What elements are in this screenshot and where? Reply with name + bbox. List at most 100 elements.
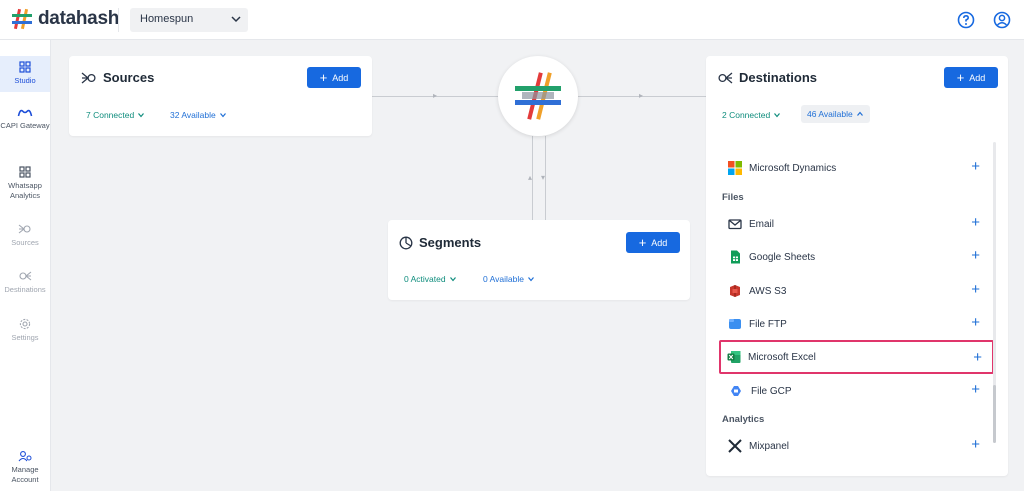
group-label-analytics: Analytics — [722, 414, 765, 425]
sidebar-item-manage-account[interactable]: Manage Account — [0, 450, 50, 485]
plus-icon[interactable]: + — [971, 159, 980, 174]
meta-icon — [17, 109, 33, 117]
sources-add-button[interactable]: + Add — [307, 67, 361, 88]
sidebar-item-whatsapp-analytics[interactable]: Whatsapp Analytics — [0, 166, 50, 201]
arrow-up-icon: ▴ — [528, 173, 533, 182]
sidebar-item-settings[interactable]: Settings — [0, 318, 50, 343]
sidebar-item-capi-gateway[interactable]: CAPI Gateway — [0, 108, 50, 131]
add-label: Add — [969, 72, 986, 83]
chevron-down-icon — [138, 113, 145, 118]
sources-icon — [81, 72, 96, 83]
sidebar-item-label: Manage Account — [11, 465, 39, 484]
aws-s3-icon — [730, 285, 740, 297]
destinations-scrollbar-thumb[interactable] — [993, 385, 996, 443]
destination-label: Google Sheets — [749, 251, 816, 263]
plus-icon[interactable]: + — [971, 437, 980, 452]
plus-icon: + — [319, 70, 328, 85]
microsoft-excel-icon — [727, 351, 741, 363]
arrow-down-icon: ▾ — [541, 173, 546, 182]
sources-header: Sources — [81, 70, 154, 85]
sources-title: Sources — [103, 70, 155, 85]
sidebar-item-label: Destinations — [4, 285, 46, 294]
top-bar: datahash Homespun — [0, 0, 1024, 40]
chevron-down-icon — [774, 113, 781, 118]
plus-icon[interactable]: + — [971, 248, 980, 263]
mixpanel-icon — [728, 439, 742, 453]
plus-icon[interactable]: + — [971, 215, 980, 230]
add-label: Add — [651, 237, 668, 248]
chevron-down-icon — [528, 277, 534, 282]
help-icon[interactable] — [957, 11, 975, 29]
segments-activated-filter[interactable]: 0 Activated — [404, 274, 457, 284]
destination-microsoft-dynamics[interactable]: Microsoft Dynamics + — [722, 154, 988, 182]
arrow-right-icon: ▸ — [639, 91, 644, 100]
segments-connector-right — [545, 136, 546, 220]
topbar-divider — [118, 8, 119, 32]
sources-connected-filter[interactable]: 7 Connected — [86, 110, 145, 120]
file-gcp-icon — [731, 386, 741, 396]
plus-icon: + — [956, 70, 965, 85]
destinations-add-button[interactable]: + Add — [944, 67, 998, 88]
sources-available-filter[interactable]: 32 Available — [170, 110, 227, 120]
segments-header: Segments — [399, 235, 481, 250]
chevron-up-icon — [856, 111, 863, 116]
destination-label: Microsoft Dynamics — [749, 162, 837, 174]
user-account-icon[interactable] — [993, 11, 1011, 29]
google-sheets-icon — [731, 250, 740, 264]
destination-google-sheets[interactable]: Google Sheets + — [722, 243, 988, 271]
sidebar-item-label: CAPI Gateway — [0, 121, 50, 130]
destination-mixpanel[interactable]: Mixpanel + — [722, 432, 988, 460]
chevron-down-icon — [449, 277, 456, 282]
destinations-icon — [19, 271, 32, 281]
activated-count: 0 Activated — [404, 274, 446, 284]
arrow-right-icon: ▸ — [433, 91, 438, 100]
segments-connector-left — [532, 136, 533, 220]
destinations-icon — [718, 72, 733, 83]
sidebar-item-studio[interactable]: Studio — [0, 56, 50, 92]
destinations-available-filter[interactable]: 46 Available — [801, 105, 870, 123]
plus-icon[interactable]: + — [971, 282, 980, 297]
sidebar-item-label: Settings — [11, 333, 39, 342]
analytics-grid-icon — [19, 166, 31, 178]
destination-label: Email — [749, 218, 775, 230]
destination-label: Microsoft Excel — [748, 351, 816, 363]
sidebar-item-destinations[interactable]: Destinations — [0, 270, 50, 295]
group-label-files: Files — [722, 192, 744, 203]
destination-label: AWS S3 — [749, 285, 787, 297]
destination-email[interactable]: Email + — [722, 210, 988, 238]
destinations-title: Destinations — [739, 70, 818, 85]
plus-icon[interactable]: + — [971, 382, 980, 397]
destination-aws-s3[interactable]: AWS S3 + — [722, 277, 988, 305]
add-label: Add — [332, 72, 349, 83]
sidebar-item-label: Whatsapp Analytics — [8, 181, 42, 200]
plus-icon[interactable]: + — [973, 350, 982, 365]
available-count: 46 Available — [807, 109, 853, 119]
segments-add-button[interactable]: + Add — [626, 232, 680, 253]
sidebar-item-sources[interactable]: Sources — [0, 223, 50, 248]
destination-file-gcp[interactable]: File GCP + — [722, 377, 988, 405]
destination-file-ftp[interactable]: File FTP + — [722, 310, 988, 338]
manage-account-icon — [18, 451, 32, 462]
workspace-select[interactable]: Homespun — [130, 8, 248, 32]
brand-name: datahash — [38, 8, 120, 29]
chevron-down-icon — [219, 113, 226, 118]
plus-icon[interactable]: + — [971, 315, 980, 330]
plus-icon: + — [638, 235, 647, 250]
chevron-down-icon — [231, 16, 241, 23]
microsoft-dynamics-icon — [728, 161, 742, 175]
studio-grid-icon — [19, 61, 31, 73]
segments-available-filter[interactable]: 0 Available — [483, 274, 535, 284]
datahash-logo-icon — [12, 8, 32, 30]
destinations-header: Destinations — [717, 70, 817, 85]
destination-microsoft-excel[interactable]: Microsoft Excel + — [719, 340, 994, 374]
sidebar-item-label: Sources — [11, 238, 39, 247]
brand-logo[interactable]: datahash — [10, 7, 119, 31]
datahash-hub[interactable] — [498, 56, 578, 136]
segments-pie-icon — [399, 236, 413, 249]
workspace-name: Homespun — [140, 13, 194, 25]
datahash-hub-logo-icon — [515, 72, 561, 120]
segments-title: Segments — [419, 235, 482, 250]
destinations-connected-filter[interactable]: 2 Connected — [722, 110, 781, 120]
sources-icon — [18, 224, 31, 234]
destination-label: File GCP — [751, 385, 792, 397]
